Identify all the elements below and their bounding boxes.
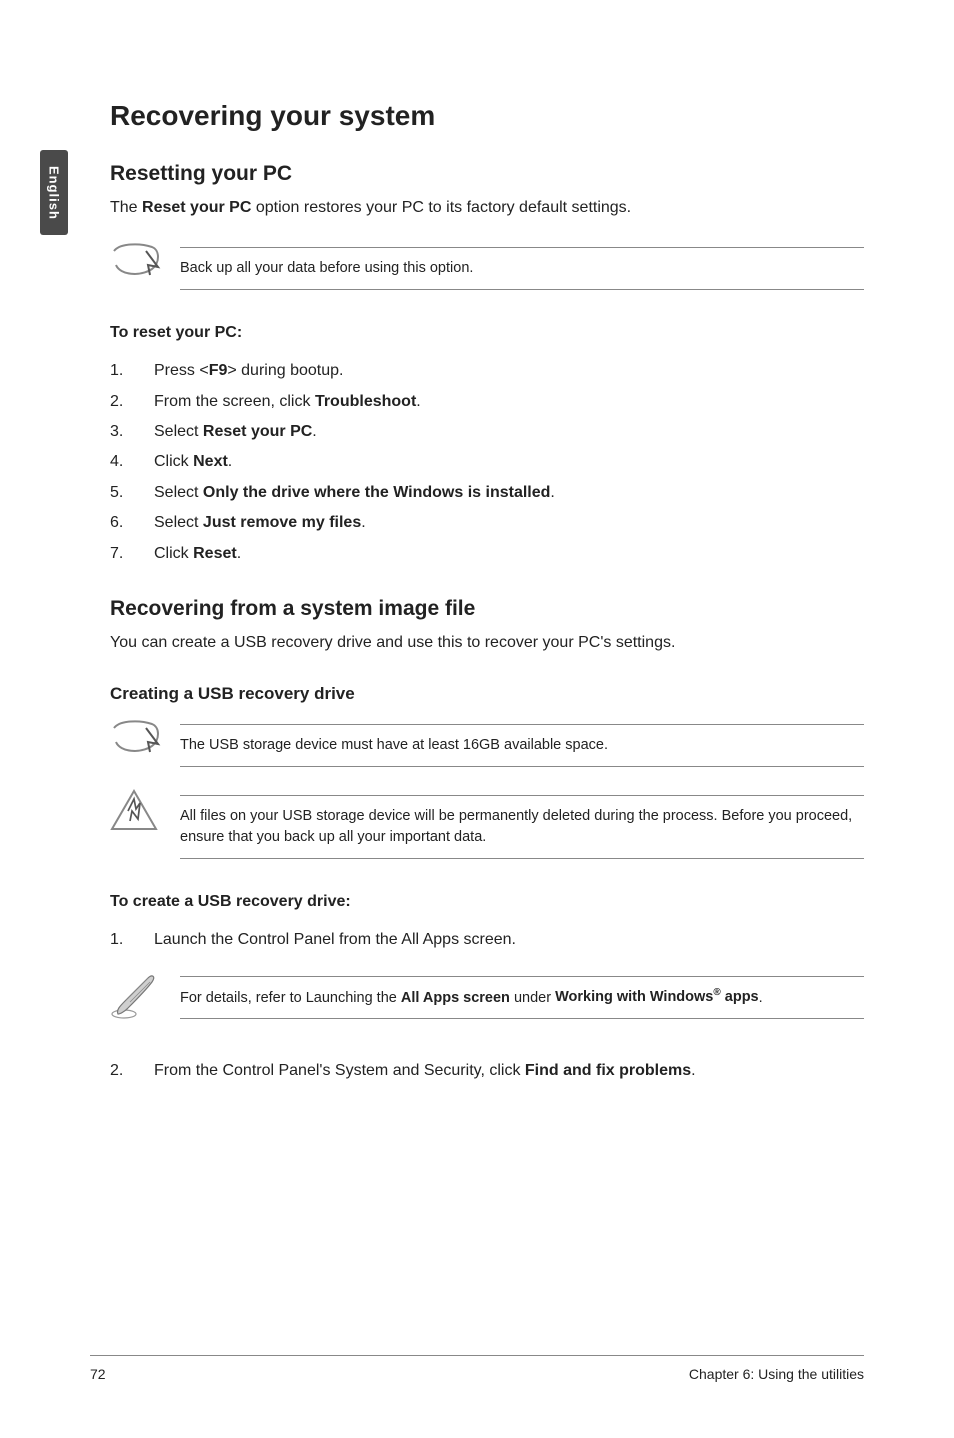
list-item: 3. Select Reset your PC.: [110, 417, 864, 447]
create-usb-steps-heading: To create a USB recovery drive:: [110, 893, 864, 911]
reset-pc-intro: The Reset your PC option restores your P…: [110, 196, 864, 219]
note-icon: [110, 241, 180, 281]
reset-steps-list: 1. Press <F9> during bootup. 2. From the…: [110, 356, 864, 569]
page-title: Recovering your system: [110, 100, 864, 132]
list-item: 1. Launch the Control Panel from the All…: [110, 925, 864, 955]
language-side-tab: English: [40, 150, 68, 235]
note-usb-capacity-text: The USB storage device must have at leas…: [180, 737, 608, 753]
list-item: 2. From the Control Panel's System and S…: [110, 1056, 864, 1086]
list-item: 1. Press <F9> during bootup.: [110, 356, 864, 386]
page-number: 72: [90, 1366, 106, 1382]
create-usb-steps-list: 1. Launch the Control Panel from the All…: [110, 925, 864, 955]
note-icon: [110, 718, 180, 758]
recover-image-intro: You can create a USB recovery drive and …: [110, 631, 864, 654]
list-item: 7. Click Reset.: [110, 539, 864, 569]
tip-all-apps-text: For details, refer to Launching the All …: [180, 989, 763, 1005]
tip-icon: [110, 970, 180, 1022]
reset-pc-heading: Resetting your PC: [110, 162, 864, 186]
list-item: 4. Click Next.: [110, 447, 864, 477]
note-usb-capacity: The USB storage device must have at leas…: [110, 718, 864, 767]
list-item: 5. Select Only the drive where the Windo…: [110, 478, 864, 508]
content-body: Resetting your PC The Reset your PC opti…: [110, 162, 864, 1086]
list-item: 2. From the screen, click Troubleshoot.: [110, 387, 864, 417]
create-usb-heading: Creating a USB recovery drive: [110, 684, 864, 704]
list-item: 6. Select Just remove my files.: [110, 508, 864, 538]
recover-image-heading: Recovering from a system image file: [110, 597, 864, 621]
reset-steps-heading: To reset your PC:: [110, 324, 864, 342]
tip-all-apps: For details, refer to Launching the All …: [110, 970, 864, 1022]
create-usb-steps-list-2: 2. From the Control Panel's System and S…: [110, 1056, 864, 1086]
warning-usb-delete-text: All files on your USB storage device wil…: [180, 808, 852, 845]
warning-usb-delete: All files on your USB storage device wil…: [110, 789, 864, 859]
note-backup: Back up all your data before using this …: [110, 241, 864, 290]
note-backup-text: Back up all your data before using this …: [180, 260, 473, 276]
chapter-label: Chapter 6: Using the utilities: [689, 1366, 864, 1382]
language-side-tab-label: English: [47, 166, 62, 220]
warning-icon: [110, 789, 180, 833]
page-footer: 72 Chapter 6: Using the utilities: [90, 1355, 864, 1382]
